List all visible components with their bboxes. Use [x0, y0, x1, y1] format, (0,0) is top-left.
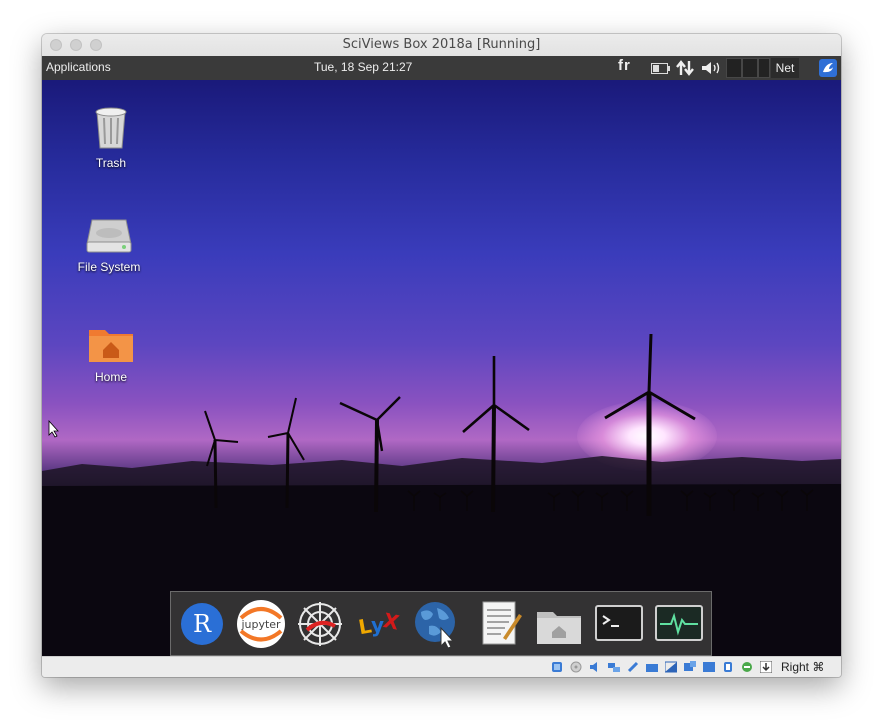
- web-spider-icon: [298, 602, 342, 646]
- trash-icon: [95, 107, 127, 149]
- memory-graph-widget[interactable]: [742, 58, 758, 78]
- desktop-icon-file-system[interactable]: File System: [64, 214, 154, 274]
- application-dock: R jupyter L y X: [170, 591, 712, 656]
- guest-desktop[interactable]: Applications Tue, 18 Sep 21:27 fr Net Tr…: [42, 56, 841, 656]
- panel-clock[interactable]: Tue, 18 Sep 21:27: [314, 60, 412, 74]
- virtualbox-status-bar: Right ⌘: [42, 656, 841, 677]
- dock-item-file-manager[interactable]: [533, 598, 585, 650]
- dock-item-jupyter[interactable]: jupyter: [237, 598, 289, 650]
- keyboard-layout-indicator[interactable]: fr: [618, 57, 631, 74]
- lyx-icon: L y X: [357, 608, 402, 639]
- r-icon: R: [181, 603, 223, 645]
- usb-status-icon[interactable]: [627, 661, 639, 673]
- svg-text:X: X: [381, 608, 402, 635]
- home-folder-icon: [89, 330, 133, 362]
- volume-icon[interactable]: [701, 61, 721, 75]
- svg-text:jupyter: jupyter: [240, 618, 281, 631]
- dock-item-lyx[interactable]: L y X: [353, 598, 405, 650]
- dock-item-system-monitor[interactable]: [653, 598, 705, 650]
- audio-status-icon[interactable]: [589, 661, 601, 673]
- mouse-pointer-icon: [48, 420, 59, 438]
- keyboard-capture-status-icon[interactable]: [760, 661, 772, 673]
- jupyter-icon: jupyter: [237, 600, 285, 648]
- window-titlebar[interactable]: SciViews Box 2018a [Running]: [42, 34, 841, 56]
- video-capture-status-icon[interactable]: [684, 661, 696, 673]
- terminal-icon: [595, 605, 643, 641]
- system-monitor-icon: [655, 605, 703, 641]
- display-status-icon[interactable]: [665, 661, 677, 673]
- desktop-icon-label: Trash: [95, 156, 127, 170]
- dock-item-text-editor[interactable]: [475, 598, 527, 650]
- desktop-icon-home[interactable]: Home: [66, 324, 156, 384]
- globe-icon: [415, 602, 455, 649]
- desktop-icon-label: File System: [77, 260, 141, 274]
- host-key-label: Right ⌘: [781, 660, 825, 674]
- top-panel: Applications Tue, 18 Sep 21:27 fr Net: [42, 56, 841, 80]
- window-title: SciViews Box 2018a [Running]: [342, 37, 541, 52]
- dock-item-web-spider[interactable]: [295, 598, 347, 650]
- cpu-status-icon[interactable]: [722, 661, 734, 673]
- desktop-icon-trash[interactable]: Trash: [66, 102, 156, 170]
- folder-home-icon: [537, 612, 581, 644]
- swap-graph-widget[interactable]: [758, 58, 770, 78]
- drive-icon: [86, 219, 132, 253]
- mouse-integration-status-icon[interactable]: [741, 661, 753, 673]
- virtualbox-window: SciViews Box 2018a [Running] Application…: [42, 34, 841, 677]
- network-transfer-icon[interactable]: [676, 60, 694, 76]
- dock-item-web-browser[interactable]: [411, 598, 463, 650]
- applications-menu[interactable]: Applications: [46, 60, 111, 74]
- wind-turbine-landscape: [42, 333, 841, 656]
- shared-folders-status-icon[interactable]: [646, 661, 658, 673]
- hard-disk-status-icon[interactable]: [551, 661, 563, 673]
- cpu-graph-widget[interactable]: [726, 58, 742, 78]
- clipboard-status-icon[interactable]: [703, 661, 715, 673]
- dock-item-r[interactable]: R: [179, 598, 231, 650]
- optical-drive-status-icon[interactable]: [570, 661, 582, 673]
- text-editor-icon: [482, 601, 522, 645]
- session-icon[interactable]: [819, 59, 837, 77]
- desktop-icon-label: Home: [94, 370, 127, 384]
- battery-icon[interactable]: [651, 63, 671, 74]
- network-status-icon[interactable]: [608, 661, 620, 673]
- svg-text:R: R: [193, 610, 212, 638]
- network-monitor[interactable]: Net: [771, 58, 799, 78]
- dock-item-terminal[interactable]: [593, 598, 645, 650]
